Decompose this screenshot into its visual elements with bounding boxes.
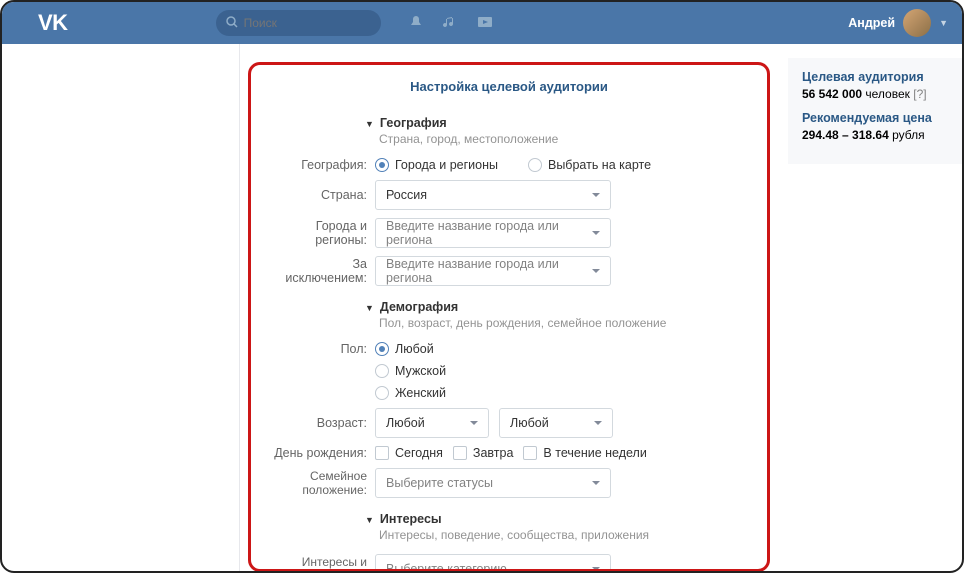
radio-map[interactable]: Выбрать на карте	[528, 158, 651, 172]
rec-price-label: Рекомендуемая цена	[802, 111, 948, 125]
section-geography: ▼ География Страна, город, местоположение…	[269, 116, 749, 286]
select-age-from[interactable]: Любой	[375, 408, 489, 438]
top-header: VK Андрей ▼	[2, 2, 962, 44]
vk-logo[interactable]: VK	[38, 10, 68, 36]
label-sex: Пол:	[269, 342, 375, 356]
rec-price-value: 294.48 – 318.64 рубля	[802, 128, 948, 142]
radio-cities-regions[interactable]: Города и регионы	[375, 158, 498, 172]
right-panel: Целевая аудитория 56 542 000 человек [?]…	[780, 44, 962, 571]
radio-sex-female[interactable]: Женский	[375, 386, 446, 400]
section-title: Демография	[380, 300, 458, 314]
label-marital: Семейное положение:	[269, 469, 375, 497]
audience-label: Целевая аудитория	[802, 70, 948, 84]
select-age-to[interactable]: Любой	[499, 408, 613, 438]
caret-down-icon[interactable]: ▼	[365, 119, 374, 129]
input-except[interactable]: Введите название города или региона	[375, 256, 611, 286]
stats-card: Целевая аудитория 56 542 000 человек [?]…	[788, 58, 962, 164]
video-icon[interactable]	[477, 15, 493, 32]
user-menu[interactable]: Андрей ▼	[848, 9, 948, 37]
caret-down-icon[interactable]: ▼	[365, 515, 374, 525]
section-demography: ▼ Демография Пол, возраст, день рождения,…	[269, 300, 749, 498]
label-except: За исключением:	[269, 257, 375, 285]
bell-icon[interactable]	[409, 15, 423, 32]
checkbox-tomorrow[interactable]: Завтра	[453, 446, 514, 460]
label-birthday: День рождения:	[269, 446, 375, 460]
section-title: География	[380, 116, 447, 130]
search-input[interactable]	[244, 16, 371, 30]
avatar	[903, 9, 931, 37]
section-interests: ▼ Интересы Интересы, поведение, сообществ…	[269, 512, 749, 572]
checkbox-week[interactable]: В течение недели	[523, 446, 646, 460]
search-icon	[226, 16, 238, 31]
section-subtitle: Страна, город, местоположение	[379, 132, 749, 146]
help-link[interactable]: [?]	[913, 87, 926, 101]
chevron-down-icon: ▼	[939, 18, 948, 28]
label-interests: Интересы и поведение:	[269, 555, 375, 572]
section-title: Интересы	[380, 512, 442, 526]
caret-down-icon[interactable]: ▼	[365, 303, 374, 313]
label-age: Возраст:	[269, 416, 375, 430]
radio-sex-any[interactable]: Любой	[375, 342, 434, 356]
audience-value: 56 542 000 человек [?]	[802, 87, 948, 101]
search-bar[interactable]	[216, 10, 381, 36]
target-audience-panel: Настройка целевой аудитории ▼ География С…	[248, 62, 770, 572]
label-country: Страна:	[269, 188, 375, 202]
input-cities[interactable]: Введите название города или региона	[375, 218, 611, 248]
panel-title: Настройка целевой аудитории	[269, 79, 749, 94]
select-interests[interactable]: Выберите категорию	[375, 554, 611, 572]
label-geography: География:	[269, 158, 375, 172]
select-marital[interactable]: Выберите статусы	[375, 468, 611, 498]
select-country[interactable]: Россия	[375, 180, 611, 210]
sidebar	[130, 44, 240, 571]
label-cities: Города и регионы:	[269, 219, 375, 247]
section-subtitle: Пол, возраст, день рождения, семейное по…	[379, 316, 749, 330]
music-icon[interactable]	[443, 15, 457, 32]
section-subtitle: Интересы, поведение, сообщества, приложе…	[379, 528, 749, 542]
radio-sex-male[interactable]: Мужской	[375, 364, 446, 378]
username: Андрей	[848, 16, 895, 30]
checkbox-today[interactable]: Сегодня	[375, 446, 443, 460]
left-gutter	[2, 44, 130, 571]
